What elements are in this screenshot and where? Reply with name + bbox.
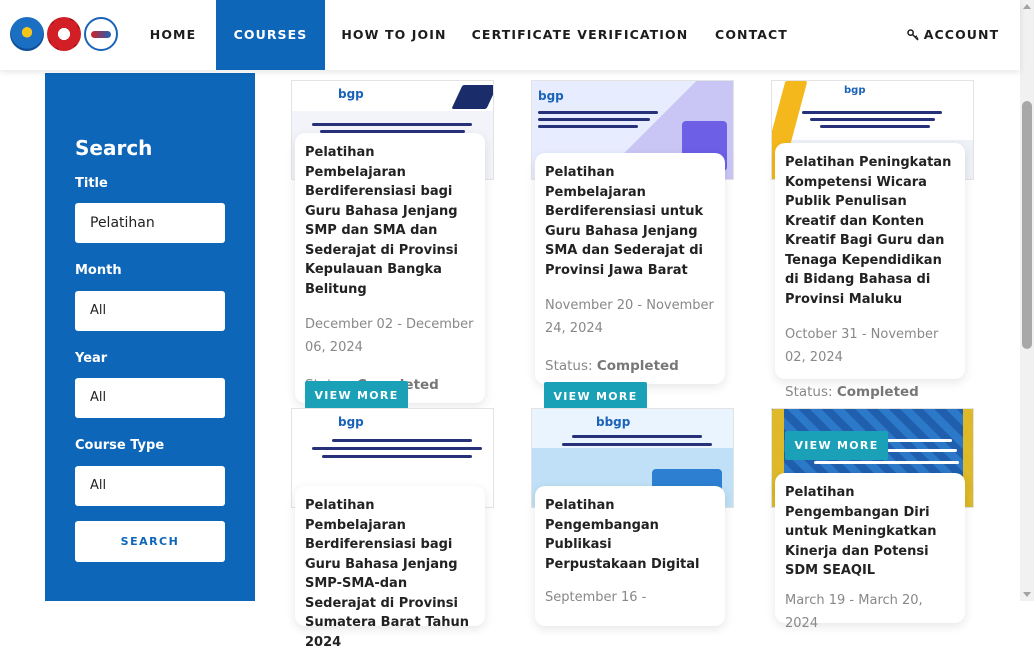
scroll-up-arrow-icon[interactable] <box>1023 4 1031 9</box>
banner-text-line <box>814 461 959 464</box>
banner-text-line <box>538 118 650 121</box>
course-title[interactable]: Pelatihan Peningkatan Kompetensi Wicara … <box>785 153 955 309</box>
course-title[interactable]: Pelatihan Pembelajaran Berdiferensiasi b… <box>305 496 475 652</box>
banner-text-line <box>810 118 935 121</box>
status-value: Completed <box>596 358 679 374</box>
nav-certificate-verification[interactable]: CERTIFICATE VERIFICATION <box>470 0 690 70</box>
nav-courses[interactable]: COURSES <box>216 0 325 70</box>
banner-text-line <box>562 443 712 446</box>
banner-org-logo: bbgp <box>596 415 631 429</box>
banner-decoration <box>451 85 493 109</box>
banner-text-line <box>312 123 472 126</box>
qitep-logo[interactable] <box>84 17 118 51</box>
course-title[interactable]: Pelatihan Pengembangan Publikasi Perpust… <box>545 496 715 574</box>
banner-text-line <box>312 447 482 450</box>
ministry-logo[interactable] <box>10 17 44 51</box>
nav-contact[interactable]: CONTACT <box>704 0 799 70</box>
view-more-button[interactable]: VIEW MORE <box>544 382 647 411</box>
course-title[interactable]: Pelatihan Pengembangan Diri untuk Mening… <box>785 483 955 581</box>
search-button[interactable]: SEARCH <box>75 521 225 562</box>
banner-text-line <box>322 455 472 458</box>
seameo-gear-logo[interactable] <box>47 17 81 51</box>
banner-text-line <box>802 111 942 114</box>
nav-account[interactable]: ACCOUNT <box>903 0 1003 70</box>
view-more-button[interactable]: VIEW MORE <box>305 381 408 410</box>
search-heading: Search <box>75 136 153 160</box>
year-label: Year <box>75 351 108 366</box>
banner-org-logo: bgp <box>844 85 866 96</box>
title-input[interactable] <box>75 203 225 243</box>
course-status: Status: Completed <box>545 358 715 374</box>
logo-group[interactable] <box>10 17 118 51</box>
course-card[interactable]: Pelatihan Pengembangan Publikasi Perpust… <box>535 486 725 626</box>
scroll-down-arrow-icon[interactable] <box>1023 592 1031 597</box>
course-status: Status: Completed <box>785 384 919 400</box>
status-value: Completed <box>836 384 919 400</box>
course-date: September 16 - <box>545 590 647 605</box>
course-type-select[interactable]: All <box>75 466 225 506</box>
title-label: Title <box>75 176 108 191</box>
month-select[interactable]: All <box>75 291 225 331</box>
search-sidebar: Search Title Month All Year All Course T… <box>45 73 255 601</box>
course-card[interactable]: Pelatihan Peningkatan Kompetensi Wicara … <box>775 143 965 379</box>
page-scrollbar[interactable] <box>1020 0 1034 601</box>
month-label: Month <box>75 263 122 278</box>
course-title[interactable]: Pelatihan Pembelajaran Berdiferensiasi u… <box>545 163 715 280</box>
status-label: Status: <box>545 358 593 374</box>
nav-home[interactable]: HOME <box>138 0 208 70</box>
banner-text-line <box>572 435 702 438</box>
nav-how-to-join[interactable]: HOW TO JOIN <box>335 0 453 70</box>
nav-account-label: ACCOUNT <box>923 27 1000 42</box>
course-type-label: Course Type <box>75 438 165 453</box>
view-more-button[interactable]: VIEW MORE <box>785 431 888 460</box>
key-icon <box>907 29 919 41</box>
banner-org-logo: bgp <box>338 415 364 429</box>
banner-org-logo: bgp <box>338 87 364 101</box>
banner-text-line <box>538 111 658 114</box>
course-date: December 02 - December 06, 2024 <box>305 317 474 355</box>
course-date: March 19 - March 20, 2024 <box>785 592 923 631</box>
scrollbar-thumb[interactable] <box>1022 101 1032 349</box>
banner-text-line <box>820 125 930 128</box>
status-label: Status: <box>785 384 833 400</box>
course-date: November 20 - November 24, 2024 <box>545 298 714 336</box>
course-card[interactable]: Pelatihan Pembelajaran Berdiferensiasi b… <box>295 133 485 403</box>
banner-text-line <box>538 125 638 128</box>
year-select[interactable]: All <box>75 378 225 418</box>
course-card[interactable]: Pelatihan Pembelajaran Berdiferensiasi u… <box>535 153 725 384</box>
course-card[interactable]: Pelatihan Pembelajaran Berdiferensiasi b… <box>295 486 485 650</box>
course-title[interactable]: Pelatihan Pembelajaran Berdiferensiasi b… <box>305 143 475 299</box>
course-date: October 31 - November 02, 2024 <box>785 327 939 365</box>
top-header: HOME COURSES HOW TO JOIN CERTIFICATE VER… <box>0 0 1020 70</box>
banner-org-logo: bgp <box>538 89 564 103</box>
banner-text-line <box>332 439 472 442</box>
